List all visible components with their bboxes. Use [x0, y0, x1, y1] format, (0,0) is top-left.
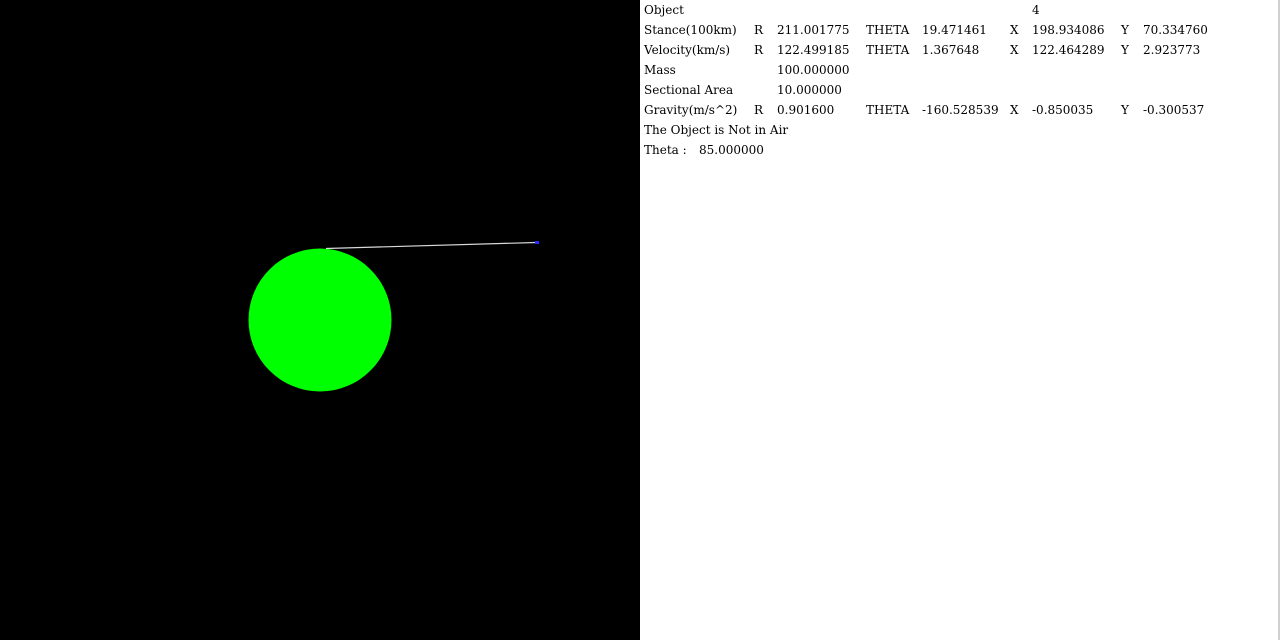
- air-status-row: The Object is Not in Air: [640, 120, 1278, 140]
- stance-theta-label: THETA: [866, 23, 910, 37]
- mass-row: Mass 100.000000: [640, 60, 1278, 80]
- sectional-area-label: Sectional Area: [644, 83, 734, 97]
- stance-x-value: 198.934086: [1032, 23, 1105, 37]
- stance-row: Stance(100km) R 211.001775 THETA 19.4714…: [640, 20, 1278, 40]
- object-label: Object: [644, 3, 684, 17]
- gravity-label: Gravity(m/s^2): [644, 103, 738, 117]
- gravity-r-value: 0.901600: [777, 103, 835, 117]
- stance-x-label: X: [1010, 23, 1019, 37]
- velocity-r-value: 122.499185: [777, 43, 850, 57]
- sectional-area-value: 10.000000: [777, 83, 842, 97]
- velocity-theta-label: THETA: [866, 43, 910, 57]
- orbit-scene: [0, 0, 640, 640]
- velocity-r-label: R: [754, 43, 764, 57]
- stance-theta-value: 19.471461: [922, 23, 987, 37]
- air-status-text: The Object is Not in Air: [644, 123, 789, 137]
- velocity-y-label: Y: [1121, 43, 1129, 57]
- planet: [248, 248, 392, 392]
- velocity-y-value: 2.923773: [1143, 43, 1201, 57]
- theta-input-row: Theta : 85.000000: [640, 140, 1278, 160]
- velocity-theta-value: 1.367648: [922, 43, 980, 57]
- gravity-x-label: X: [1010, 103, 1019, 117]
- simulation-canvas[interactable]: [0, 0, 640, 640]
- gravity-theta-value: -160.528539: [922, 103, 999, 117]
- velocity-x-label: X: [1010, 43, 1019, 57]
- velocity-x-value: 122.464289: [1032, 43, 1105, 57]
- stance-y-label: Y: [1121, 23, 1129, 37]
- velocity-label: Velocity(km/s): [644, 43, 731, 57]
- gravity-theta-label: THETA: [866, 103, 910, 117]
- stance-r-label: R: [754, 23, 764, 37]
- mass-label: Mass: [644, 63, 676, 77]
- stance-y-value: 70.334760: [1143, 23, 1208, 37]
- theta-input-value[interactable]: 85.000000: [699, 143, 764, 157]
- gravity-row: Gravity(m/s^2) R 0.901600 THETA -160.528…: [640, 100, 1278, 120]
- gravity-y-value: -0.300537: [1143, 103, 1205, 117]
- object-value: 4: [1032, 3, 1040, 17]
- velocity-row: Velocity(km/s) R 122.499185 THETA 1.3676…: [640, 40, 1278, 60]
- stance-r-value: 211.001775: [777, 23, 850, 37]
- gravity-x-value: -0.850035: [1032, 103, 1094, 117]
- theta-input-label: Theta :: [644, 143, 687, 157]
- object-row: Object 4: [640, 0, 1278, 20]
- mass-value: 100.000000: [777, 63, 850, 77]
- info-panel: Object 4 Stance(100km) R 211.001775 THET…: [640, 0, 1280, 640]
- stance-label: Stance(100km): [644, 23, 737, 37]
- simulation-window: Object 4 Stance(100km) R 211.001775 THET…: [0, 0, 1280, 640]
- object-marker: [535, 241, 539, 244]
- sectional-area-row: Sectional Area 10.000000: [640, 80, 1278, 100]
- gravity-r-label: R: [754, 103, 764, 117]
- gravity-y-label: Y: [1121, 103, 1129, 117]
